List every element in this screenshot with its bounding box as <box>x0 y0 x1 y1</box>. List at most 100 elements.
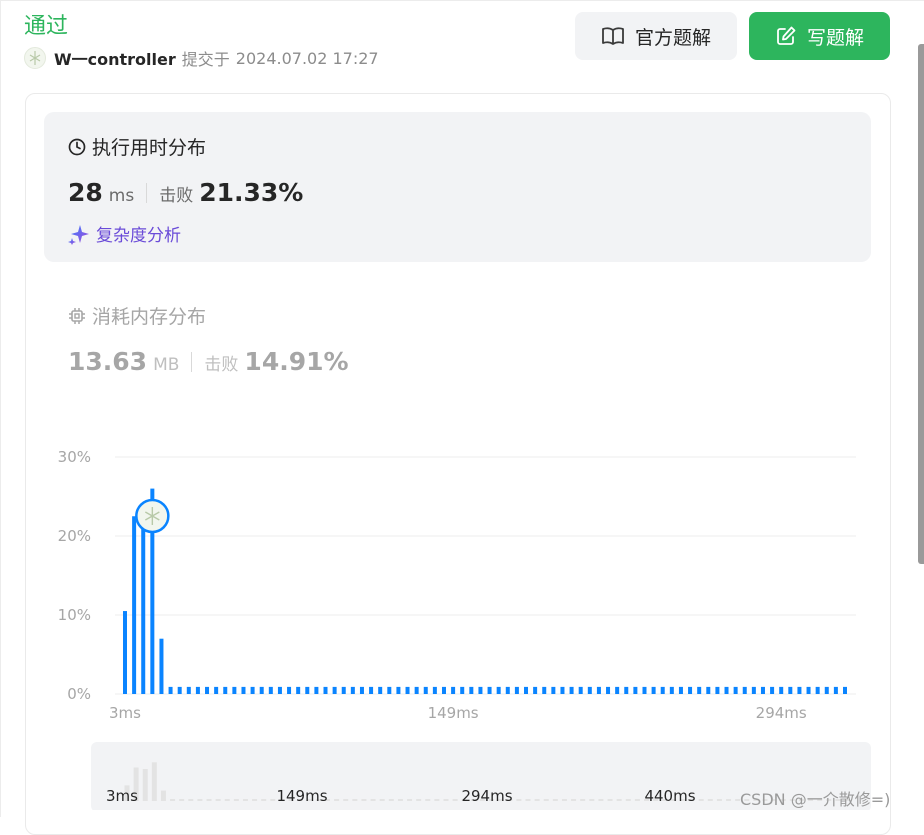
runtime-bar[interactable] <box>123 611 127 694</box>
runtime-bar[interactable] <box>706 686 711 694</box>
runtime-bar[interactable] <box>660 686 665 694</box>
runtime-bar[interactable] <box>505 686 510 694</box>
x-tick-label: 3ms <box>109 704 141 722</box>
runtime-bar[interactable] <box>314 686 319 694</box>
runtime-bar[interactable] <box>250 686 255 694</box>
runtime-bar[interactable] <box>569 686 574 694</box>
runtime-bar[interactable] <box>223 686 228 694</box>
runtime-bar[interactable] <box>715 686 720 694</box>
runtime-bar[interactable] <box>378 686 383 694</box>
runtime-bar[interactable] <box>141 524 146 694</box>
runtime-bar[interactable] <box>724 686 729 694</box>
overview-bar <box>616 799 622 801</box>
runtime-bar[interactable] <box>132 516 137 694</box>
runtime-bar[interactable] <box>606 686 611 694</box>
memory-title[interactable]: 消耗内存分布 <box>68 302 206 329</box>
runtime-bar[interactable] <box>323 686 328 694</box>
runtime-bar[interactable] <box>815 686 820 694</box>
runtime-bar[interactable] <box>305 686 310 694</box>
username[interactable]: W一controller <box>54 46 176 70</box>
runtime-bar[interactable] <box>205 686 210 694</box>
runtime-bar[interactable] <box>195 686 200 694</box>
runtime-bar[interactable] <box>277 686 282 694</box>
runtime-bar[interactable] <box>387 686 392 694</box>
runtime-bar[interactable] <box>341 686 346 694</box>
runtime-bar[interactable] <box>496 686 501 694</box>
runtime-bar[interactable] <box>232 686 237 694</box>
complexity-analysis-link[interactable]: 复杂度分析 <box>68 221 181 246</box>
runtime-bar[interactable] <box>806 686 811 694</box>
runtime-bar[interactable] <box>405 686 410 694</box>
runtime-bar[interactable] <box>760 686 765 694</box>
runtime-bar[interactable] <box>177 686 182 694</box>
metric-divider <box>146 182 148 203</box>
runtime-bar[interactable] <box>396 686 401 694</box>
runtime-bar[interactable] <box>332 686 337 694</box>
runtime-bar[interactable] <box>287 686 292 694</box>
runtime-bar[interactable] <box>241 686 246 694</box>
x-tick-label: 149ms <box>428 704 479 722</box>
runtime-bar[interactable] <box>678 686 683 694</box>
runtime-bar[interactable] <box>423 686 428 694</box>
runtime-bar[interactable] <box>669 686 674 694</box>
runtime-bar[interactable] <box>633 686 638 694</box>
runtime-bar[interactable] <box>824 686 829 694</box>
runtime-bar[interactable] <box>451 686 456 694</box>
runtime-bar[interactable] <box>624 686 629 694</box>
runtime-bar[interactable] <box>296 686 301 694</box>
runtime-bar[interactable] <box>642 686 647 694</box>
runtime-bar[interactable] <box>843 686 847 694</box>
official-solution-button[interactable]: 官方题解 <box>575 12 737 60</box>
runtime-bar[interactable] <box>533 686 538 694</box>
runtime-bar[interactable] <box>478 686 483 694</box>
runtime-bar[interactable] <box>788 686 793 694</box>
runtime-bar[interactable] <box>688 686 693 694</box>
runtime-bar[interactable] <box>615 686 620 694</box>
runtime-bar[interactable] <box>350 686 355 694</box>
runtime-bar[interactable] <box>551 686 556 694</box>
scrollbar-thumb[interactable] <box>918 44 924 564</box>
runtime-bar[interactable] <box>578 686 583 694</box>
runtime-bar[interactable] <box>797 686 802 694</box>
runtime-distribution-chart[interactable]: 3ms 149ms 294ms 440ms 30% 20% 10% 0% 3ms 149ms 29… <box>40 440 880 810</box>
runtime-bar[interactable] <box>460 686 465 694</box>
write-solution-button[interactable]: 写题解 <box>749 12 890 60</box>
runtime-bar[interactable] <box>514 686 519 694</box>
overview-bar <box>224 799 230 801</box>
overview-bar <box>334 799 340 801</box>
window-left-border <box>0 0 1 817</box>
runtime-bar[interactable] <box>469 686 474 694</box>
runtime-bar[interactable] <box>159 638 164 694</box>
runtime-bar[interactable] <box>168 686 173 694</box>
overview-bar <box>242 799 248 801</box>
runtime-bar[interactable] <box>542 686 547 694</box>
runtime-bar[interactable] <box>596 686 601 694</box>
runtime-bar[interactable] <box>432 686 437 694</box>
runtime-unit: ms <box>108 186 135 206</box>
runtime-bar[interactable] <box>414 686 419 694</box>
user-avatar[interactable] <box>24 47 46 69</box>
overview-bar <box>425 799 431 801</box>
runtime-bar[interactable] <box>733 686 738 694</box>
runtime-bar[interactable] <box>770 686 775 694</box>
runtime-bar[interactable] <box>751 686 756 694</box>
runtime-bar[interactable] <box>268 686 273 694</box>
runtime-bar[interactable] <box>833 686 838 694</box>
runtime-bar[interactable] <box>524 686 529 694</box>
sparkle-icon <box>68 224 89 245</box>
overview-bar <box>698 799 704 801</box>
runtime-bar[interactable] <box>742 686 747 694</box>
runtime-bar[interactable] <box>779 686 784 694</box>
runtime-bar[interactable] <box>560 686 565 694</box>
runtime-bar[interactable] <box>587 686 592 694</box>
runtime-bar[interactable] <box>697 686 702 694</box>
runtime-bar[interactable] <box>487 686 492 694</box>
runtime-bar[interactable] <box>369 686 374 694</box>
runtime-bar[interactable] <box>651 686 656 694</box>
runtime-bar[interactable] <box>259 686 264 694</box>
runtime-bar[interactable] <box>186 686 191 694</box>
runtime-bar[interactable] <box>214 686 219 694</box>
runtime-bar[interactable] <box>359 686 364 694</box>
metric-divider <box>191 351 193 372</box>
runtime-bar[interactable] <box>441 686 446 694</box>
